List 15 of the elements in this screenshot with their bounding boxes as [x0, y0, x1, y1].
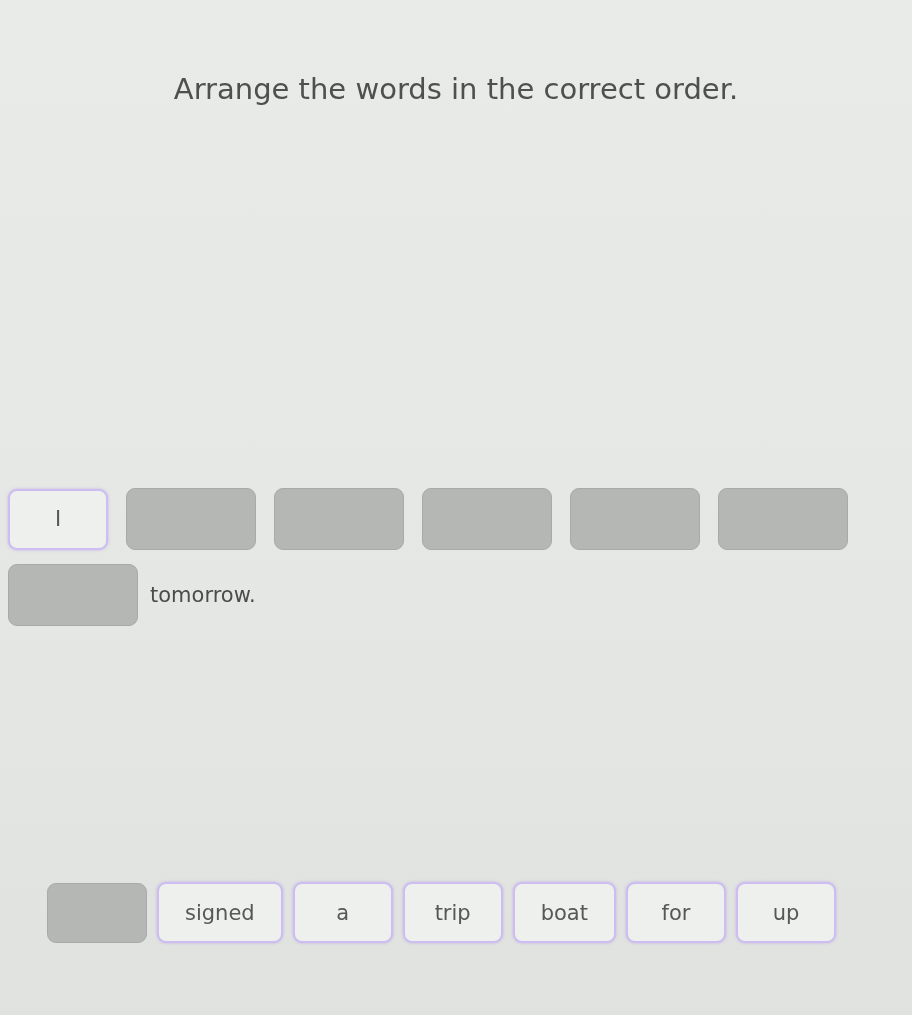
answer-slot[interactable]	[570, 488, 700, 550]
word-tile[interactable]: trip	[402, 882, 503, 943]
word-tile[interactable]: up	[735, 882, 836, 943]
answer-slot[interactable]	[718, 488, 848, 550]
word-tile[interactable]: I	[8, 488, 108, 550]
word-tile[interactable]: boat	[512, 882, 616, 943]
sentence-word: tomorrow.	[150, 583, 256, 607]
word-tile[interactable]: for	[625, 882, 726, 943]
instruction-text: Arrange the words in the correct order.	[173, 71, 739, 108]
word-tile[interactable]: signed	[157, 882, 283, 943]
answer-slot[interactable]	[422, 488, 552, 550]
answer-slot[interactable]	[274, 488, 404, 550]
word-tile[interactable]: a	[292, 882, 393, 943]
answer-slot[interactable]	[126, 488, 256, 550]
answer-slot[interactable]	[8, 564, 138, 626]
